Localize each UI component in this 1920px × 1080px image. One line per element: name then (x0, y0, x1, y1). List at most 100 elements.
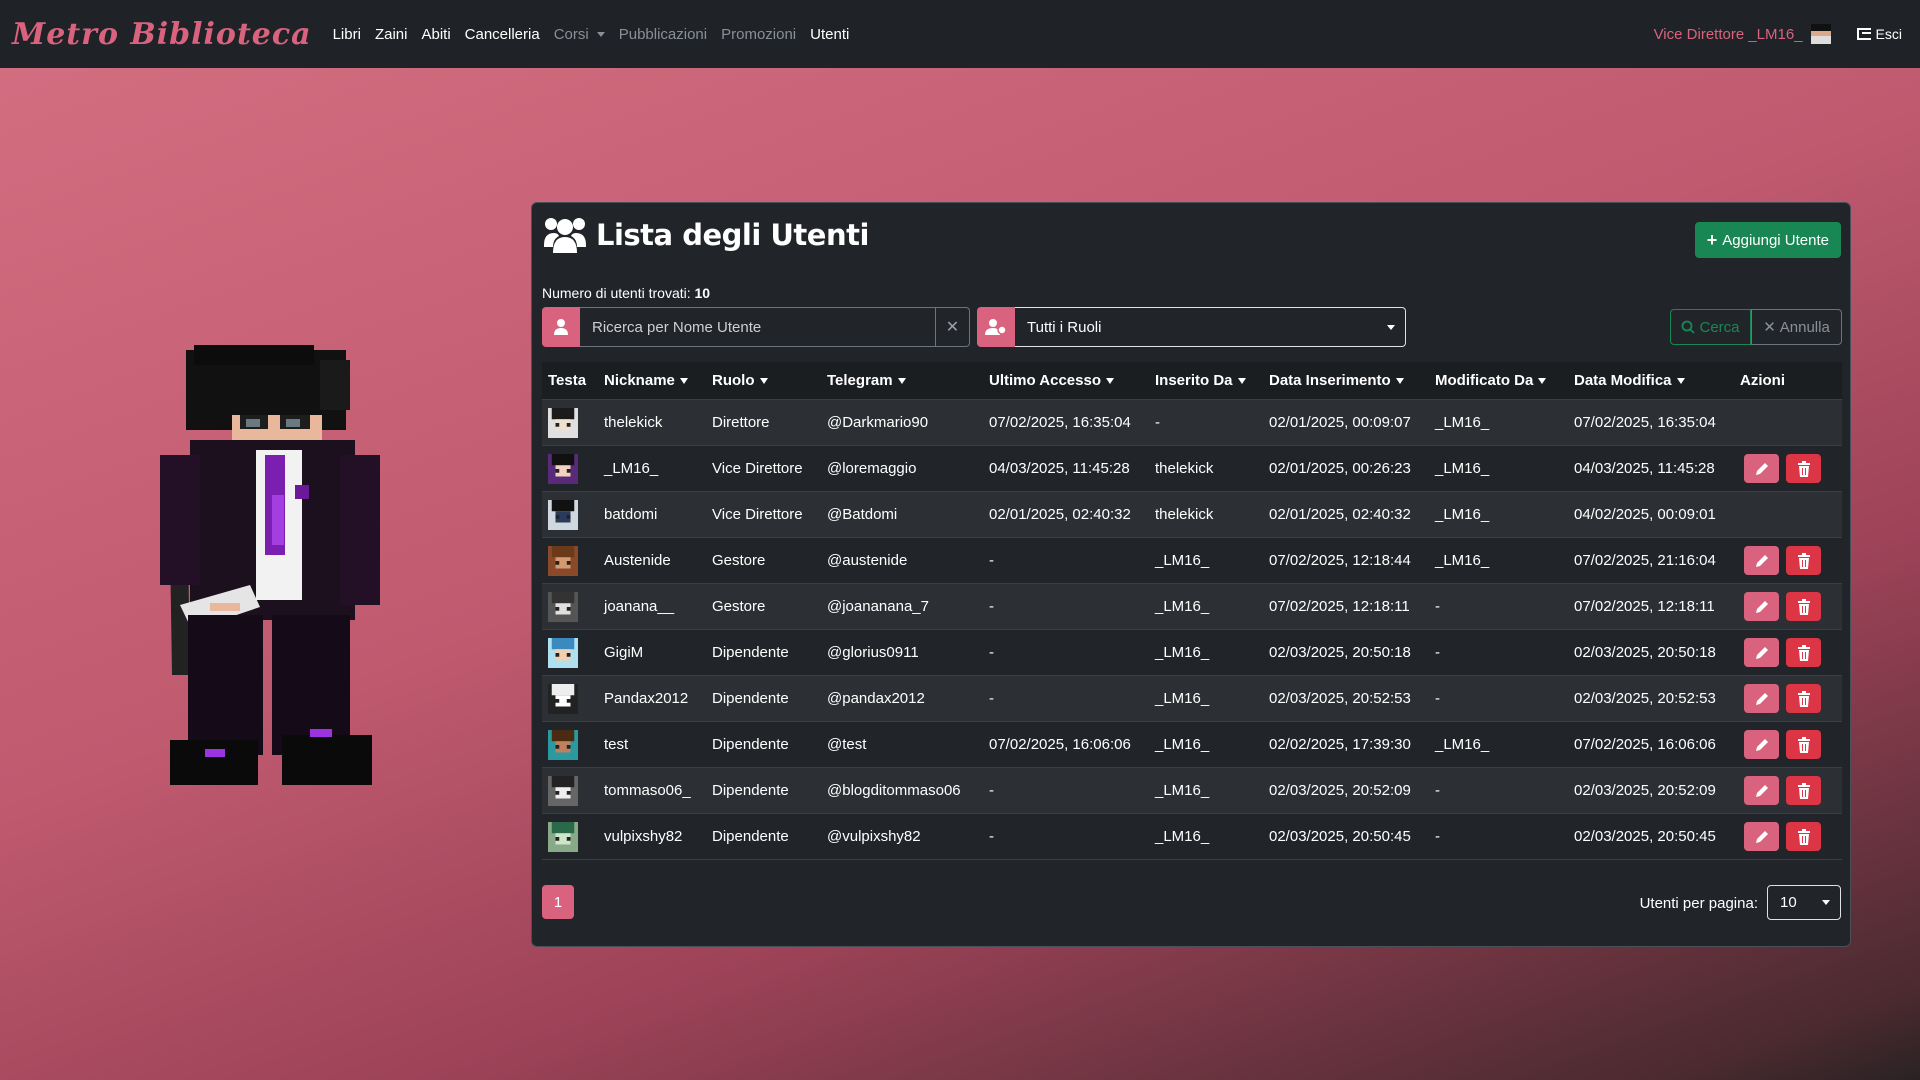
cell-nickname: test (604, 736, 629, 753)
search-input[interactable]: Ricerca per Nome Utente (580, 307, 936, 347)
nav-utenti[interactable]: Utenti (810, 26, 849, 43)
table-row: joanana__ Gestore @joananana_7 - _LM16_ 07/02… (542, 584, 1842, 630)
cell-modified-by: _LM16_ (1435, 460, 1490, 477)
chevron-down-icon (1387, 325, 1395, 330)
cell-inserted-at: 02/03/2025, 20:50:18 (1269, 644, 1411, 661)
cell-inserted-at: 02/03/2025, 20:52:53 (1269, 690, 1411, 707)
cell-actions (1734, 454, 1842, 483)
edit-button[interactable] (1744, 822, 1779, 851)
delete-button[interactable] (1786, 776, 1821, 805)
trash-icon (1797, 552, 1810, 569)
pencil-icon (1755, 600, 1768, 613)
delete-button[interactable] (1786, 454, 1821, 483)
player-head-icon (548, 545, 578, 576)
col-ruolo[interactable]: Ruolo (706, 372, 821, 389)
pencil-icon (1755, 692, 1768, 705)
edit-button[interactable] (1744, 546, 1779, 575)
table-row: Pandax2012 Dipendente @pandax2012 - _LM16_ 02… (542, 676, 1842, 722)
character-skin-image (160, 345, 380, 785)
page-title: Lista degli Utenti (596, 218, 869, 252)
cell-inserted-at: 02/03/2025, 20:52:09 (1269, 782, 1411, 799)
delete-button[interactable] (1786, 822, 1821, 851)
cell-actions (1734, 638, 1842, 667)
delete-button[interactable] (1786, 546, 1821, 575)
cancel-button[interactable]: ✕ Annulla (1751, 309, 1842, 345)
cell-inserted-by: _LM16_ (1155, 690, 1210, 707)
user-profile-link[interactable]: Vice Direttore _LM16_ (1654, 24, 1831, 44)
player-head-icon (548, 683, 578, 714)
cell-modified-at: 07/02/2025, 16:06:06 (1574, 736, 1716, 753)
edit-button[interactable] (1744, 776, 1779, 805)
table-row: vulpixshy82 Dipendente @vulpixshy82 - _LM16_… (542, 814, 1842, 860)
cell-last-access: 07/02/2025, 16:35:04 (989, 414, 1131, 431)
nav-libri[interactable]: Libri (333, 26, 361, 43)
col-data-modifica[interactable]: Data Modifica (1568, 372, 1734, 389)
col-nickname-label: Nickname (604, 372, 675, 389)
cell-inserted-by: thelekick (1155, 506, 1214, 523)
cell-modified-at: 04/03/2025, 11:45:28 (1574, 460, 1715, 477)
col-telegram[interactable]: Telegram (821, 372, 983, 389)
logout-icon (1856, 28, 1871, 40)
table-row: _LM16_ Vice Direttore @loremaggio 04/03/202… (542, 446, 1842, 492)
cell-inserted-by: _LM16_ (1155, 598, 1210, 615)
edit-button[interactable] (1744, 638, 1779, 667)
add-user-label: Aggiungi Utente (1722, 231, 1829, 249)
nav-abiti[interactable]: Abiti (421, 26, 450, 43)
col-nickname[interactable]: Nickname (598, 372, 706, 389)
nav-promozioni[interactable]: Promozioni (721, 26, 796, 43)
edit-button[interactable] (1744, 454, 1779, 483)
cell-telegram: @Darkmario90 (827, 414, 929, 431)
logout-button[interactable]: Esci (1856, 26, 1902, 42)
sort-icon (1237, 378, 1246, 385)
cell-role: Dipendente (712, 644, 789, 661)
trash-icon (1797, 460, 1810, 477)
page-1-button[interactable]: 1 (542, 885, 574, 919)
search-icon (1682, 320, 1696, 334)
per-page-value: 10 (1780, 894, 1797, 911)
col-data-inserimento-label: Data Inserimento (1269, 372, 1391, 389)
col-data-inserimento[interactable]: Data Inserimento (1263, 372, 1429, 389)
delete-button[interactable] (1786, 730, 1821, 759)
col-modificato-da[interactable]: Modificato Da (1429, 372, 1568, 389)
role-filter-select[interactable]: Tutti i Ruoli (1015, 307, 1406, 347)
edit-button[interactable] (1744, 730, 1779, 759)
nav-right: Vice Direttore _LM16_ Esci (1654, 0, 1902, 68)
player-head-icon (548, 775, 578, 806)
nav-pubblicazioni[interactable]: Pubblicazioni (619, 26, 707, 43)
cell-inserted-by: - (1155, 414, 1160, 431)
cell-inserted-by: _LM16_ (1155, 644, 1210, 661)
player-head-icon (548, 637, 578, 668)
nav-zaini[interactable]: Zaini (375, 26, 408, 43)
cell-last-access: 02/01/2025, 02:40:32 (989, 506, 1131, 523)
sort-icon (1105, 378, 1114, 385)
users-count-label: Numero di utenti trovati: (542, 285, 691, 301)
table-body: thelekick Direttore @Darkmario90 07/02/2025… (542, 400, 1842, 860)
close-icon: ✕ (945, 319, 960, 336)
nav-corsi-dropdown[interactable]: Corsi (554, 26, 605, 43)
sort-icon (759, 378, 768, 385)
sort-icon (1538, 378, 1547, 385)
clear-search-button[interactable]: ✕ (936, 307, 970, 347)
cell-role: Vice Direttore (712, 506, 803, 523)
search-button[interactable]: Cerca (1670, 309, 1751, 345)
delete-button[interactable] (1786, 684, 1821, 713)
add-user-button[interactable]: + Aggiungi Utente (1694, 222, 1841, 258)
cell-last-access: - (989, 644, 994, 661)
card-header: Lista degli Utenti (542, 215, 869, 255)
edit-button[interactable] (1744, 592, 1779, 621)
nav-cancelleria[interactable]: Cancelleria (465, 26, 540, 43)
col-ultimo-accesso[interactable]: Ultimo Accesso (983, 372, 1149, 389)
player-head-icon (548, 821, 578, 852)
edit-button[interactable] (1744, 684, 1779, 713)
cell-nickname: Pandax2012 (604, 690, 689, 707)
nav-corsi-label: Corsi (553, 25, 589, 43)
delete-button[interactable] (1786, 592, 1821, 621)
cell-modified-at: 02/03/2025, 20:52:09 (1574, 782, 1716, 799)
head-cell (542, 637, 598, 668)
delete-button[interactable] (1786, 638, 1821, 667)
brand-logo[interactable]: Metro Biblioteca (12, 17, 312, 52)
table-row: tommaso06_ Dipendente @blogditommaso06 - _LM… (542, 768, 1842, 814)
col-inserito-da[interactable]: Inserito Da (1149, 372, 1263, 389)
pencil-icon (1755, 462, 1768, 475)
per-page-select[interactable]: 10 (1767, 885, 1841, 920)
